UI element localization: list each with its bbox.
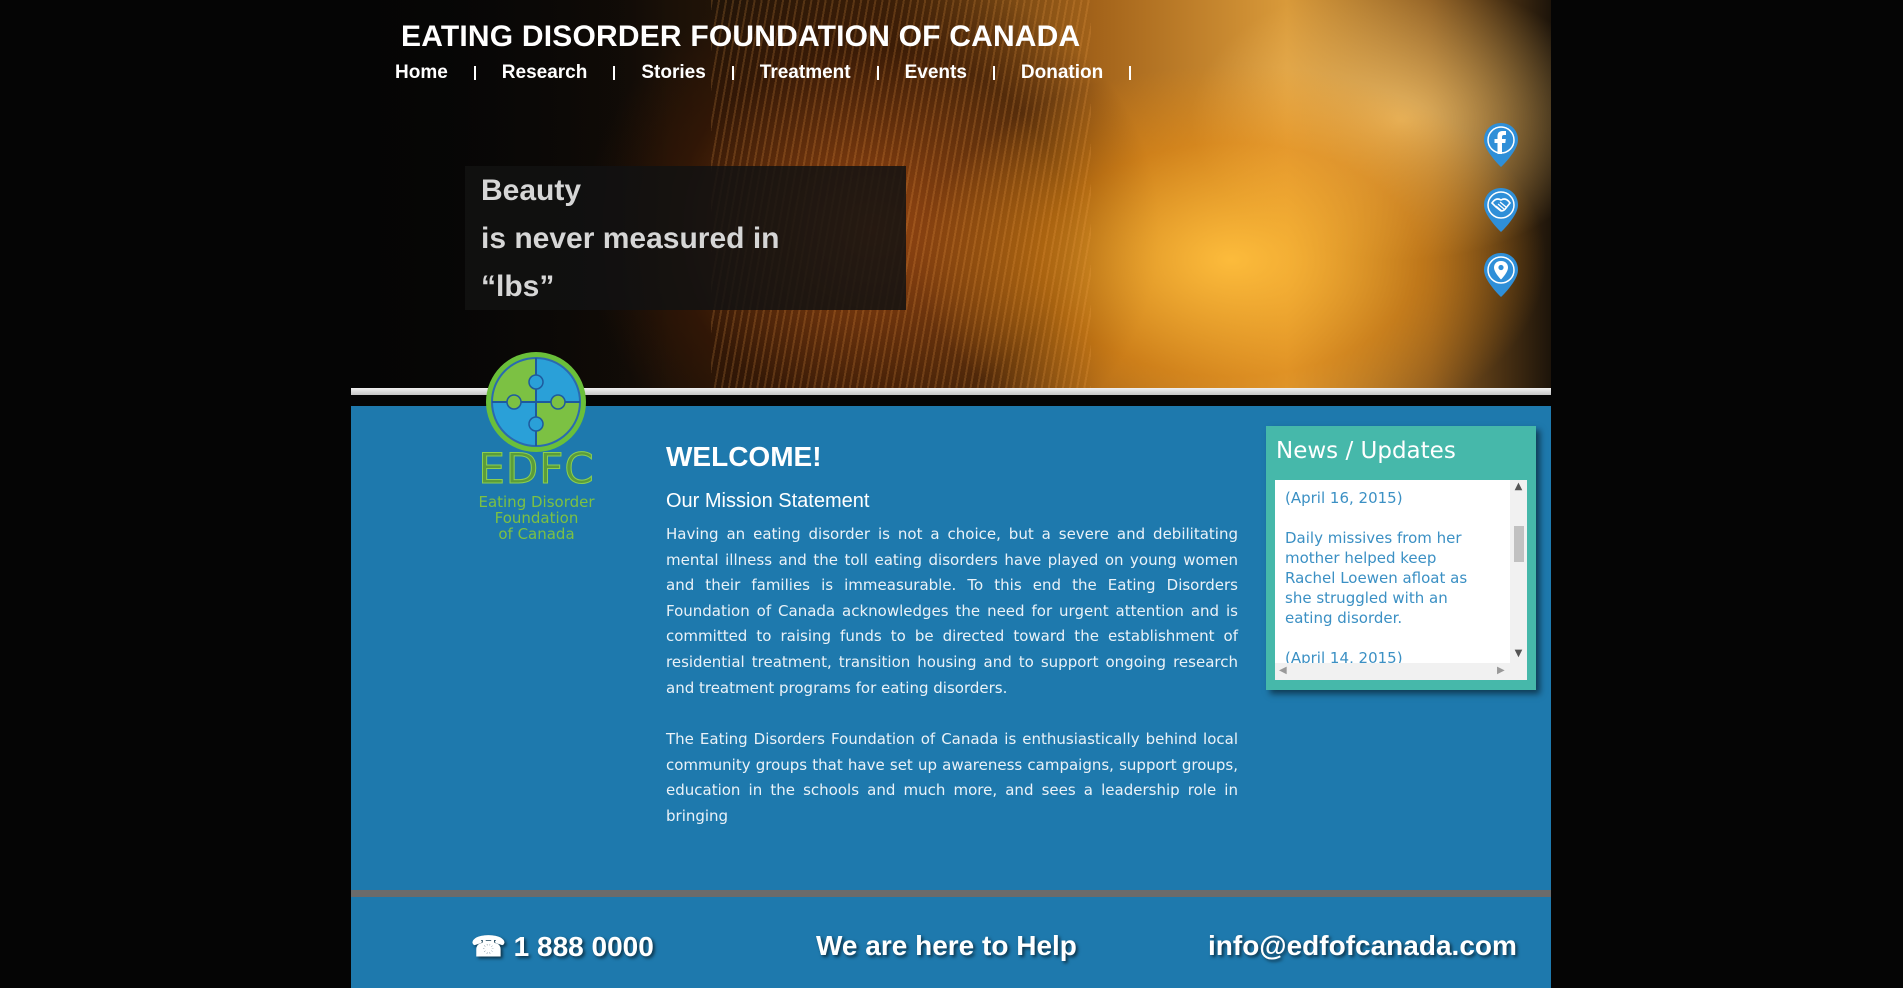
- edfc-logo[interactable]: EDFC Eating Disorder Foundation of Canad…: [474, 352, 599, 552]
- tagline-box: Beauty is never measured in “lbs”: [465, 166, 906, 310]
- scrollbar-thumb[interactable]: [1514, 526, 1524, 562]
- news-panel: News / Updates (April 16, 2015) Daily mi…: [1266, 426, 1536, 690]
- news-scroll-box[interactable]: (April 16, 2015) Daily missives from her…: [1275, 480, 1527, 680]
- nav-separator: [613, 66, 616, 80]
- scroll-down-icon[interactable]: ▼: [1510, 648, 1527, 659]
- mission-paragraph-1: Having an eating disorder is not a choic…: [666, 525, 1238, 697]
- facebook-icon[interactable]: [1482, 121, 1520, 169]
- footer-slogan: We are here to Help: [816, 930, 1077, 961]
- tagline-line-3: “lbs”: [481, 270, 555, 303]
- logo-name-line-1: Eating Disorder: [478, 493, 595, 511]
- logo-name-line-3: of Canada: [498, 525, 575, 543]
- nav-separator: [473, 66, 476, 80]
- news-title: News / Updates: [1276, 438, 1456, 464]
- phone-contact[interactable]: ☎ 1 888 0000: [471, 930, 654, 963]
- logo-name-line-2: Foundation: [494, 509, 579, 527]
- tagline-line-2: is never measured in: [481, 222, 780, 255]
- footer-email[interactable]: info@edfofcanada.com: [1208, 930, 1517, 962]
- news-horizontal-scrollbar[interactable]: ◀ ▶: [1275, 663, 1527, 680]
- news-vertical-scrollbar[interactable]: ▲ ▼: [1510, 480, 1527, 663]
- nav-donation[interactable]: Donation: [1021, 62, 1103, 84]
- news-item-text[interactable]: Daily missives from her mother helped ke…: [1285, 528, 1490, 628]
- nav-research[interactable]: Research: [502, 62, 588, 84]
- mission-paragraph-2: The Eating Disorders Foundation of Canad…: [666, 730, 1238, 825]
- scroll-right-icon[interactable]: ▶: [1497, 665, 1505, 676]
- logo-acronym: EDFC: [478, 444, 595, 494]
- nav-separator: [876, 66, 879, 80]
- page: EATING DISORDER FOUNDATION OF CANADA Hom…: [351, 0, 1551, 988]
- mission-title: Our Mission Statement: [666, 490, 870, 512]
- footer-separator: [351, 890, 1551, 897]
- welcome-heading: WELCOME!: [666, 441, 822, 472]
- scroll-up-icon[interactable]: ▲: [1510, 481, 1527, 492]
- hero-banner: EATING DISORDER FOUNDATION OF CANADA Hom…: [351, 0, 1551, 395]
- nav-stories[interactable]: Stories: [641, 62, 705, 84]
- site-title[interactable]: EATING DISORDER FOUNDATION OF CANADA: [401, 20, 1080, 54]
- nav-separator: [992, 66, 995, 80]
- news-list: (April 16, 2015) Daily missives from her…: [1285, 488, 1490, 680]
- nav-separator: [731, 66, 734, 80]
- nav-events[interactable]: Events: [905, 62, 967, 84]
- nav-home[interactable]: Home: [395, 62, 448, 84]
- phone-number[interactable]: 1 888 0000: [514, 931, 654, 962]
- nav-separator: [1129, 66, 1132, 80]
- support-icon[interactable]: [1482, 186, 1520, 234]
- main-nav: Home Research Stories Treatment Events D…: [395, 62, 1157, 84]
- location-icon[interactable]: [1482, 251, 1520, 299]
- scroll-left-icon[interactable]: ◀: [1279, 665, 1287, 676]
- footer: ☎ 1 888 0000 We are here to Help info@ed…: [351, 897, 1551, 988]
- nav-treatment[interactable]: Treatment: [760, 62, 851, 84]
- tagline-line-1: Beauty: [481, 174, 582, 207]
- news-date: (April 16, 2015): [1285, 489, 1403, 507]
- puzzle-logo-icon: [486, 352, 586, 452]
- phone-icon: ☎: [471, 931, 506, 962]
